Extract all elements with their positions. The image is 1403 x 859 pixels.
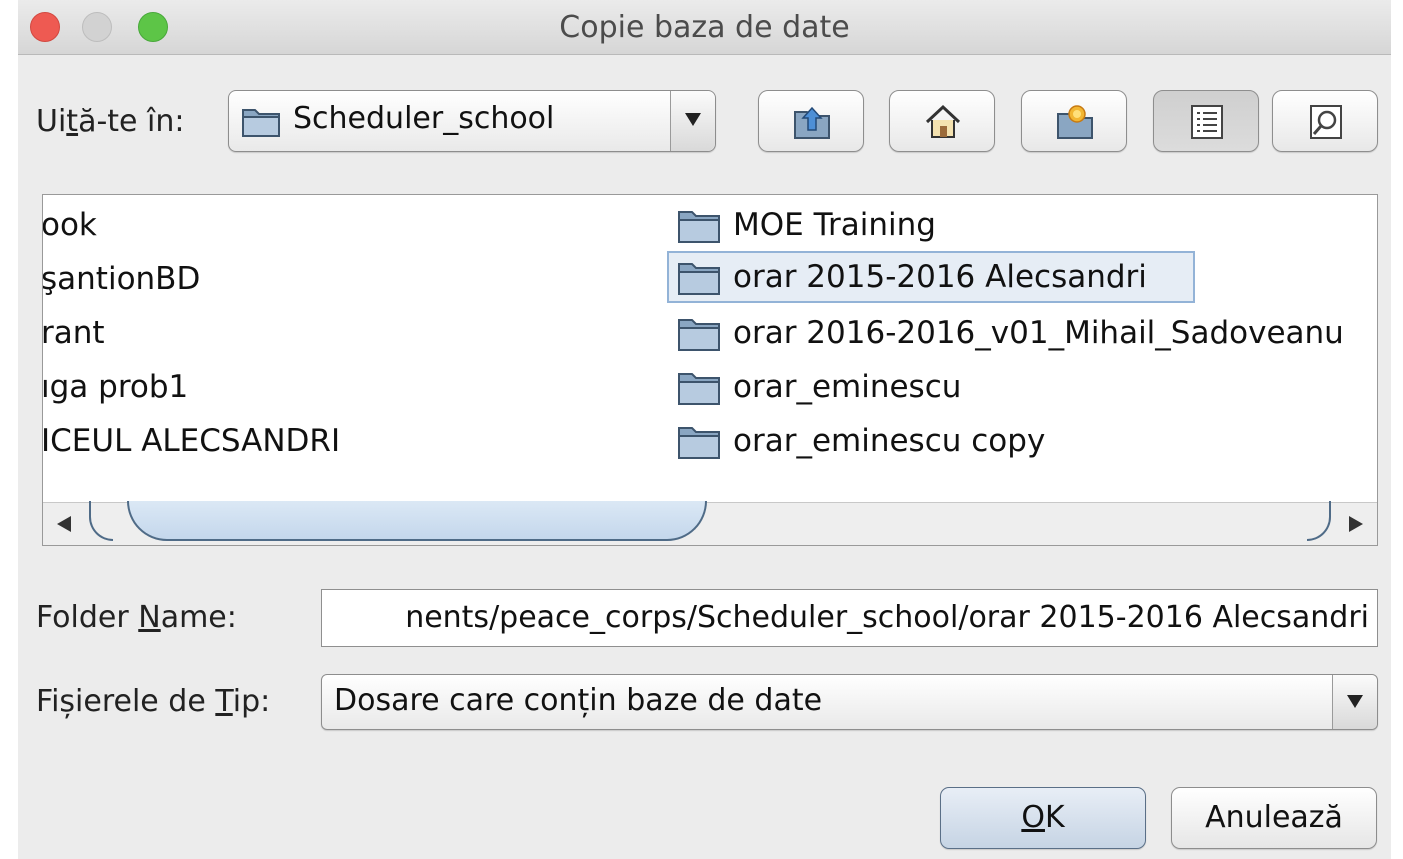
dialog-window: Copie baza de date Uită-te în: Scheduler… (18, 0, 1391, 859)
scroll-track-start (89, 501, 113, 541)
scroll-track-end (1307, 501, 1331, 541)
look-in-label: Uită-te în: (36, 104, 185, 139)
list-view-icon (1191, 105, 1223, 139)
chevron-down-icon (1347, 695, 1363, 708)
file-list[interactable]: ook şantionBD rant ıga prob1 ICEUL ALECS… (42, 194, 1378, 546)
new-folder-button[interactable] (1021, 90, 1127, 152)
file-type-label: Fișierele de Tip: (36, 684, 271, 719)
horizontal-scrollbar[interactable] (43, 501, 1377, 545)
folder-name-input[interactable]: nents/peace_corps/Scheduler_school/orar … (321, 589, 1378, 647)
up-folder-icon (794, 106, 830, 139)
scroll-thumb[interactable] (127, 501, 707, 541)
ok-button[interactable]: OK (940, 787, 1146, 849)
look-in-value: Scheduler_school (293, 101, 555, 136)
details-view-button[interactable] (1272, 90, 1378, 152)
file-type-value: Dosare care conțin baze de date (334, 683, 823, 718)
look-in-combobox[interactable]: Scheduler_school (228, 90, 716, 152)
chevron-down-icon (685, 113, 701, 126)
folder-icon (678, 373, 720, 405)
file-type-dropdown-button[interactable] (1332, 675, 1377, 729)
scroll-right-arrow-icon[interactable] (1349, 516, 1363, 532)
list-item-folder[interactable]: orar_eminescu copy (667, 415, 1207, 465)
folder-icon (678, 319, 720, 351)
folder-icon (678, 263, 720, 295)
home-button[interactable] (889, 90, 995, 152)
home-icon (925, 104, 961, 138)
folder-icon (678, 427, 720, 459)
list-item-folder[interactable]: orar_eminescu (667, 361, 1207, 411)
folder-name-label: Folder Name: (36, 600, 237, 635)
details-view-icon (1310, 105, 1342, 139)
title-bar: Copie baza de date (18, 0, 1391, 55)
list-view-button[interactable] (1153, 90, 1259, 152)
file-type-combobox[interactable]: Dosare care conțin baze de date (321, 674, 1378, 730)
up-folder-button[interactable] (758, 90, 864, 152)
folder-icon (242, 109, 280, 137)
list-item-folder-selected[interactable]: orar 2015-2016 Alecsandri (667, 251, 1195, 303)
list-item-folder[interactable]: MOE Training (667, 199, 1207, 249)
new-folder-icon (1057, 105, 1093, 139)
look-in-dropdown-button[interactable] (670, 91, 715, 151)
cancel-button[interactable]: Anulează (1171, 787, 1377, 849)
folder-icon (678, 211, 720, 243)
list-item-folder[interactable]: orar 2016-2016_v01_Mihail_Sadoveanu (667, 307, 1377, 357)
folder-name-value: nents/peace_corps/Scheduler_school/orar … (405, 600, 1369, 635)
scroll-left-arrow-icon[interactable] (57, 516, 71, 532)
window-title: Copie baza de date (559, 10, 850, 45)
